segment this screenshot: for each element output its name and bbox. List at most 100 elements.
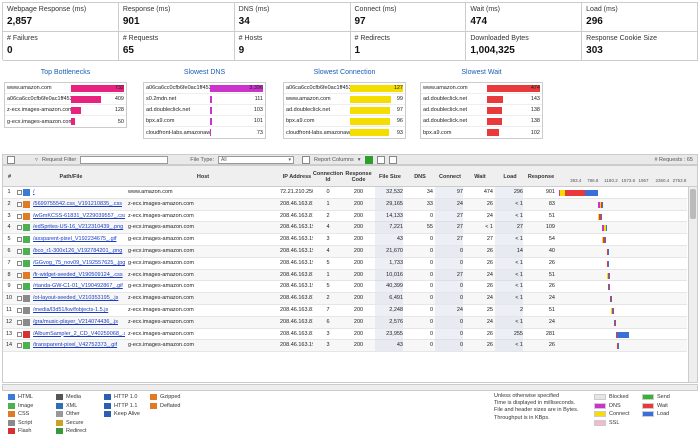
panel-row-value: 50 [117, 118, 124, 125]
table-row[interactable]: 13/AlbumSampler_2_CD_V40259068_.swf z-ecx… [3, 328, 687, 341]
panel-bar-track [71, 118, 124, 125]
excel-export-icon[interactable] [364, 155, 373, 164]
cell-path[interactable]: /transparent-pixel_V42752373_.gif [33, 340, 125, 351]
request-filter-input[interactable] [80, 155, 169, 164]
row-expand-toggle[interactable] [17, 213, 22, 219]
row-expand-toggle[interactable] [17, 308, 22, 313]
scroll-thumb[interactable] [690, 189, 696, 219]
cell-path[interactable]: /wGmKCSS-61831_V229039557_.css [33, 211, 125, 222]
cell-path[interactable]: /bco_r1-300x126_V192784201_.png [33, 246, 125, 257]
cell-path[interactable]: /AlbumSampler_2_CD_V40259068_.swf [33, 329, 125, 340]
cell-path[interactable]: /GGvog_75_nov09_V192557625_.jpg [33, 258, 125, 269]
table-row[interactable]: 8/fr-widget-seeded_V190509124_.css z-ecx.… [3, 269, 687, 282]
panel-row[interactable]: bpx.a9.com 101 [144, 116, 265, 127]
http10-icon [104, 394, 111, 401]
panel-row[interactable]: s0.2mdn.net 111 [144, 94, 265, 105]
cell-load: 296 [495, 187, 523, 198]
col-connection-id[interactable]: Connection Id [313, 166, 343, 187]
panel-row[interactable]: www.amazon.com 474 [421, 83, 542, 94]
panel-row[interactable]: z-ecx.images-amazon.com 128 [5, 105, 126, 116]
panel-row[interactable]: cloudfront-labs.amazonaws.co 73 [144, 127, 265, 138]
report-columns-button[interactable]: Report Columns [314, 157, 354, 163]
table-row[interactable]: 10/ot-layout-seeded_V210353195_.js z-ecx.… [3, 293, 687, 305]
file-type-select[interactable]: All ▾ [218, 155, 295, 164]
row-expand-toggle[interactable] [17, 201, 22, 207]
bottleneck-panel: Slowest Wait www.amazon.com 474 ad.doublecl… [420, 69, 543, 139]
col-num[interactable]: # [3, 166, 16, 187]
col-dns[interactable]: DNS [405, 166, 435, 187]
row-expand-toggle[interactable] [17, 272, 22, 278]
panel-row[interactable]: www.amazon.com 732 [5, 83, 126, 94]
cell-connection-id: 1 [326, 271, 330, 278]
panel-row[interactable]: a06ca6cc0cfb6fe0ac1ff4539f 127 [284, 83, 405, 94]
col-ip[interactable]: IP Address [280, 166, 314, 187]
cell-path[interactable]: /ot-layout-seeded_V210353195_.js [33, 293, 125, 304]
col-response-code[interactable]: Response Code [342, 166, 375, 187]
table-row[interactable]: 11/media/l3d51/kw/fobjects-1.5.js z-ecx.i… [3, 305, 687, 317]
table-row[interactable]: 12/gra/music-player_V214074436_.js z-ecx.… [3, 316, 687, 329]
table-row[interactable]: 7/GGvog_75_nov09_V192557625_.jpg g-ecx.im… [3, 257, 687, 270]
row-expand-toggle[interactable] [17, 296, 22, 302]
reset-icon[interactable] [7, 155, 15, 164]
panel-row[interactable]: bpx.a9.com 96 [284, 116, 405, 127]
vertical-scrollbar[interactable] [688, 187, 697, 382]
panel-row[interactable]: cloudfront-labs.amazonaws.co 93 [284, 127, 405, 138]
keepalive-icon [104, 411, 111, 418]
panel-row[interactable]: ad.doubleclick.net 97 [284, 105, 405, 116]
horizontal-scrollbar[interactable] [2, 384, 698, 391]
cell-path[interactable]: /edSprites-US-16_V212310439_.png [33, 222, 125, 233]
row-expand-toggle[interactable] [17, 343, 22, 349]
table-row[interactable]: 6/bco_r1-300x126_V192784201_.png g-ecx.im… [3, 246, 687, 258]
panel-row[interactable]: a06ca6cc0cfb6fe0ac1ff4539f 3,396 [144, 83, 265, 94]
row-expand-toggle[interactable] [17, 225, 22, 231]
cell-path[interactable]: /media/l3d51/kw/fobjects-1.5.js [33, 305, 125, 316]
print-icon[interactable] [388, 155, 397, 164]
table-row[interactable]: 3/wGmKCSS-61831_V229039557_.css z-ecx.ima… [3, 210, 687, 223]
cell-path[interactable]: /fr-widget-seeded_V190509124_.css [33, 270, 125, 281]
panel-row[interactable]: ad.doubleclick.net 103 [144, 105, 265, 116]
panel-row[interactable]: bpx.a9.com 102 [421, 127, 542, 138]
cell-path[interactable]: /axsparent-pixel_V192234675_.gif [33, 234, 125, 245]
panel-row-value: 102 [530, 129, 540, 136]
panel-row[interactable]: g-ecx.images-amazon.com 50 [5, 116, 126, 127]
table-header: # Path/File Host IP Address Connection I… [3, 166, 697, 187]
timeline-tick: 2360.4 [655, 178, 670, 183]
requests-count: # Requests : 65 [654, 156, 693, 163]
col-file-size[interactable]: File Size [375, 166, 405, 187]
cell-path[interactable]: / [33, 187, 125, 198]
panel-row[interactable]: ad.doubleclick.net 138 [421, 116, 542, 127]
panel-row[interactable]: ad.doubleclick.net 138 [421, 105, 542, 116]
row-expand-toggle[interactable] [17, 284, 22, 290]
col-path[interactable]: Path/File [16, 166, 126, 187]
row-expand-toggle[interactable] [17, 319, 22, 325]
image-icon [23, 236, 30, 244]
col-response[interactable]: Response [525, 166, 557, 187]
panel-row[interactable]: www.amazon.com 99 [284, 94, 405, 105]
legend-label: Flash [18, 428, 32, 435]
cell-wait: < 1 [485, 224, 493, 231]
panel-row[interactable]: a06ca6cc0cfb6fe0ac1ff4539f 409 [5, 94, 126, 105]
cell-path[interactable]: /rtanda-GW-C1-01_V190492867_.gif [33, 281, 125, 292]
table-row[interactable]: 2/5699755542.css_V191210835_.css z-ecx.im… [3, 198, 687, 211]
cell-path[interactable]: /5699755542.css_V191210835_.css [33, 199, 125, 210]
cell-response: 24 [548, 318, 555, 325]
table-row[interactable]: 4/edSprites-US-16_V212310439_.png g-ecx.i… [3, 222, 687, 235]
row-expand-toggle[interactable] [17, 260, 22, 266]
panel-row[interactable]: ad.doubleclick.net 143 [421, 94, 542, 105]
cell-path[interactable]: /gra/music-player_V214074436_.js [33, 317, 125, 328]
row-expand-toggle[interactable] [17, 190, 22, 195]
table-row[interactable]: 5/axsparent-pixel_V192234675_.gif g-ecx.i… [3, 234, 687, 246]
col-host[interactable]: Host [126, 166, 280, 187]
col-load[interactable]: Load [495, 166, 525, 187]
row-expand-toggle[interactable] [17, 249, 22, 254]
copy-icon[interactable] [376, 155, 385, 164]
col-wait[interactable]: Wait [465, 166, 495, 187]
row-expand-toggle[interactable] [17, 237, 22, 243]
table-row[interactable]: 1 /www.amazon.com 72.21.210.250 0 200 32,532 3… [3, 187, 687, 199]
panel-bar [71, 106, 81, 114]
table-row[interactable]: 14/transparent-pixel_V42752373_.gif g-ecx… [3, 340, 687, 353]
row-expand-toggle[interactable] [17, 331, 22, 337]
col-connect[interactable]: Connect [435, 166, 465, 187]
cell-wait: 27 [486, 236, 493, 243]
table-row[interactable]: 9/rtanda-GW-C1-01_V190492867_.gif g-ecx.i… [3, 281, 687, 294]
